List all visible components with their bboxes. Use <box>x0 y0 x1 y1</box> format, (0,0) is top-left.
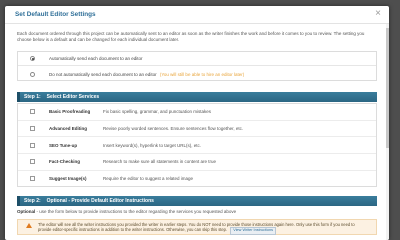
service-name: Suggest Image(s) <box>49 176 87 182</box>
modal-scrollbar[interactable] <box>386 24 389 240</box>
step1-header: Step 1: Select Editor Services <box>17 92 377 102</box>
close-icon[interactable]: × <box>375 9 381 19</box>
service-name: SEO Tune-up <box>49 142 78 148</box>
radio-no-auto-send[interactable] <box>30 71 35 77</box>
alert-text: The editor will see all the writer instr… <box>38 220 368 235</box>
service-description: Research to make sure all statements in … <box>103 159 217 165</box>
step1-number: Step 1: <box>24 94 41 100</box>
option-auto-send[interactable]: Automatically send each document to an e… <box>18 52 376 66</box>
step2-title: Optional - Provide Default Editor Instru… <box>46 198 154 204</box>
option-label: Do not automatically send each document … <box>49 72 244 77</box>
service-description: Revise poorly worded sentences. Ensure s… <box>103 125 244 131</box>
checkbox-basic-proofreading[interactable] <box>30 109 35 115</box>
service-row-advanced-editing[interactable]: Advanced Editing Revise poorly worded se… <box>18 121 376 138</box>
service-row-seo-tuneup[interactable]: SEO Tune-up Insert keyword(s), hyperlink… <box>18 137 376 154</box>
service-name: Basic Proofreading <box>49 109 91 115</box>
service-description: Fix basic spelling, grammar, and punctua… <box>103 109 212 115</box>
service-name: Advanced Editing <box>49 125 88 131</box>
optional-description: Optional - use the form below to provide… <box>17 209 377 214</box>
step2-header: Step 2: Optional - Provide Default Edito… <box>17 196 377 206</box>
scroll-thumb[interactable] <box>386 28 389 148</box>
view-writer-instructions-button[interactable]: View Writer Instructions <box>230 227 276 235</box>
step1-title: Select Editor Services <box>46 94 100 100</box>
warning-icon <box>26 223 32 228</box>
service-description: Insert keyword(s), hyperlink to target U… <box>103 142 202 148</box>
option-label-text: Do not automatically send each document … <box>49 71 157 77</box>
service-description: Require the editor to suggest a related … <box>103 176 194 182</box>
option-no-auto-send[interactable]: Do not automatically send each document … <box>18 67 376 81</box>
checkbox-seo-tuneup[interactable] <box>30 142 35 148</box>
option-note: (You will still be able to hire an edito… <box>159 71 245 77</box>
step2-number: Step 2: <box>24 198 41 204</box>
service-name: Fact-Checking <box>49 159 81 165</box>
option-label: Automatically send each document to an e… <box>49 56 143 61</box>
modal-title: Set Default Editor Settings <box>15 11 96 18</box>
radio-auto-send[interactable] <box>30 56 35 61</box>
service-row-basic-proofreading[interactable]: Basic Proofreading Fix basic spelling, g… <box>18 104 376 121</box>
optional-text: - use the form below to provide instruct… <box>35 209 237 214</box>
editor-settings-modal: Set Default Editor Settings × Each docum… <box>5 6 389 240</box>
service-row-suggest-images[interactable]: Suggest Image(s) Require the editor to s… <box>18 170 376 187</box>
instructions-alert: The editor will see all the writer instr… <box>17 219 377 235</box>
service-row-fact-checking[interactable]: Fact-Checking Research to make sure all … <box>18 154 376 171</box>
modal-header: Set Default Editor Settings × <box>5 6 389 24</box>
checkbox-advanced-editing[interactable] <box>30 125 35 131</box>
editor-services-list: Basic Proofreading Fix basic spelling, g… <box>17 103 377 187</box>
intro-text: Each document ordered through this proje… <box>17 31 365 43</box>
optional-label: Optional <box>17 209 36 214</box>
editor-option-group: Automatically send each document to an e… <box>17 51 377 81</box>
alert-message: The editor will see all the writer instr… <box>38 222 355 233</box>
checkbox-suggest-images[interactable] <box>30 176 35 182</box>
checkbox-fact-checking[interactable] <box>30 159 35 165</box>
